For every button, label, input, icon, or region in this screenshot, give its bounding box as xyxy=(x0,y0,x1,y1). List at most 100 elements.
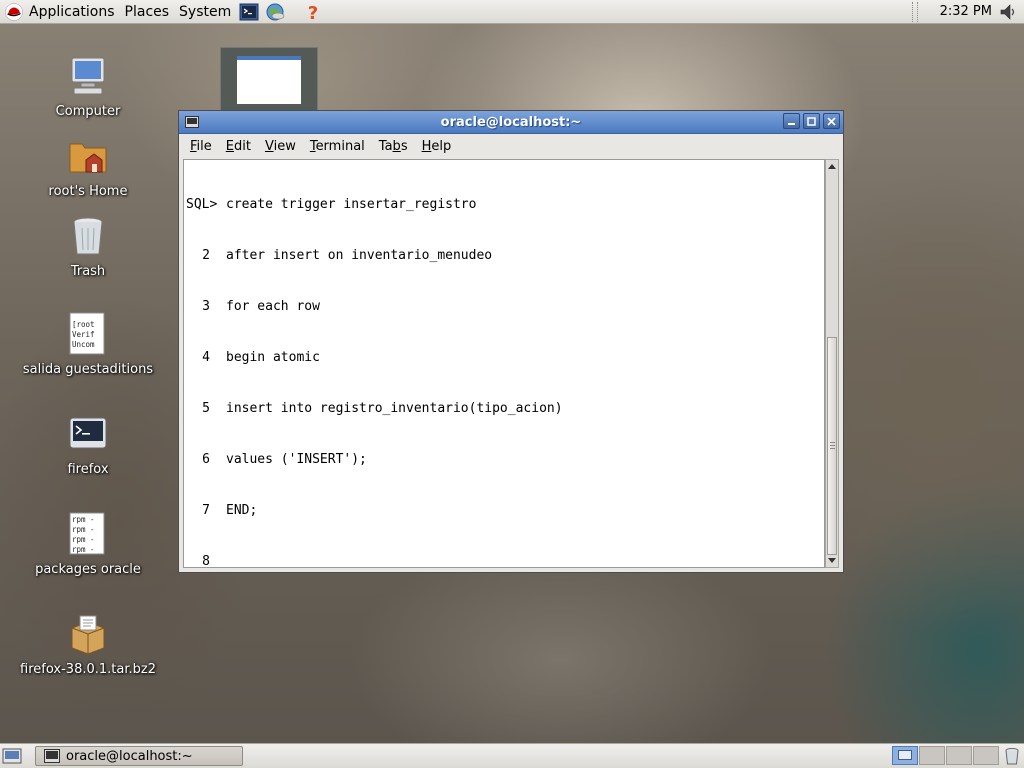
archive-icon xyxy=(71,615,105,655)
window-title: oracle@localhost:~ xyxy=(440,114,582,130)
line-number: 8 xyxy=(202,554,210,568)
window-menubar: File Edit View Terminal Tabs Help xyxy=(179,134,843,158)
show-desktop-icon[interactable] xyxy=(2,747,22,765)
close-icon xyxy=(827,116,836,126)
file-preview-line: rpm - xyxy=(72,525,95,534)
workspace-4[interactable] xyxy=(973,746,999,765)
desktop-icon-firefox-archive[interactable]: firefox-38.0.1.tar.bz2 xyxy=(13,610,163,677)
menu-help[interactable]: Help xyxy=(415,139,459,154)
desktop-icon-label: Computer xyxy=(55,104,121,119)
menu-terminal[interactable]: Terminal xyxy=(303,139,372,154)
desktop-icon-salida-guestaditions[interactable]: [root Verif Uncom salida guestaditions xyxy=(13,310,163,377)
terminal-window: oracle@localhost:~ File Edit View Termin… xyxy=(178,110,844,573)
close-button[interactable] xyxy=(823,113,840,129)
scroll-up-button[interactable] xyxy=(826,160,838,172)
workspace-1[interactable] xyxy=(892,746,918,765)
terminal-line: SQL> create trigger insertar_registro xyxy=(186,196,824,213)
svg-text:?: ? xyxy=(308,3,318,22)
places-menu[interactable]: Places xyxy=(120,0,175,24)
terminal-icon xyxy=(239,3,259,20)
screenshot-thumbnail[interactable] xyxy=(220,47,318,111)
file-preview-line: rpm - xyxy=(72,515,95,524)
text-file-icon: [root Verif Uncom xyxy=(69,312,105,355)
help-icon: ? xyxy=(308,3,318,22)
desktop-icon-packages-oracle[interactable]: rpm - rpm - rpm - rpm - packages oracle xyxy=(13,510,163,577)
clock[interactable]: 2:32 PM xyxy=(940,4,992,19)
arrow-down-icon xyxy=(828,558,836,563)
terminal-line: 5 insert into registro_inventario(tipo_ac… xyxy=(186,400,824,417)
desktop-icon-firefox[interactable]: firefox xyxy=(13,410,163,477)
file-preview-line: Verif xyxy=(72,330,95,339)
desktop-icon-label: root's Home xyxy=(48,184,128,199)
workspace-switcher xyxy=(892,746,1000,765)
bottom-panel: oracle@localhost:~ xyxy=(0,743,1024,768)
system-menu[interactable]: System xyxy=(174,0,236,24)
minimize-button[interactable] xyxy=(783,113,800,129)
terminal-line: 4 begin atomic xyxy=(186,349,824,366)
thumbnail-window xyxy=(237,56,301,104)
menu-file[interactable]: File xyxy=(183,139,219,154)
scroll-down-button[interactable] xyxy=(826,555,838,567)
line-number: 2 xyxy=(202,248,210,263)
desktop-icon-label: Trash xyxy=(70,264,106,279)
menu-tabs[interactable]: Tabs xyxy=(372,139,415,154)
system-menu-label: System xyxy=(179,3,232,20)
file-preview-line: rpm - xyxy=(72,535,95,544)
applications-menu-label: Applications xyxy=(29,3,115,20)
window-titlebar[interactable]: oracle@localhost:~ xyxy=(179,111,843,134)
home-folder-icon xyxy=(69,143,107,173)
web-browser-launcher[interactable] xyxy=(264,1,286,23)
panel-handle xyxy=(911,1,918,22)
line-number: 7 xyxy=(202,503,210,518)
maximize-icon xyxy=(807,116,816,126)
menu-view[interactable]: View xyxy=(258,139,303,154)
desktop-icon-label: packages oracle xyxy=(35,562,141,577)
desktop-icon-label: firefox-38.0.1.tar.bz2 xyxy=(20,662,156,677)
line-text: END; xyxy=(226,503,258,518)
taskbar-button-terminal[interactable]: oracle@localhost:~ xyxy=(35,746,243,766)
line-number: 6 xyxy=(202,452,210,467)
scroll-thumb[interactable] xyxy=(827,337,837,555)
file-preview-line: [root xyxy=(72,320,95,329)
line-number: 3 xyxy=(202,299,210,314)
minimize-icon xyxy=(788,122,795,125)
terminal-launcher[interactable] xyxy=(238,1,260,23)
workspace-3[interactable] xyxy=(946,746,972,765)
terminal-line: 8 xyxy=(186,553,824,568)
terminal-line: 2 after insert on inventario_menudeo xyxy=(186,247,824,264)
terminal-launcher-icon xyxy=(69,417,107,449)
line-text: begin atomic xyxy=(226,350,320,365)
line-text: create trigger insertar_registro xyxy=(226,197,477,212)
terminal-icon xyxy=(44,749,60,763)
line-number: 5 xyxy=(202,401,210,416)
taskbar-button-label: oracle@localhost:~ xyxy=(66,748,193,764)
terminal-line: 7 END; xyxy=(186,502,824,519)
desktop-icon-home[interactable]: root's Home xyxy=(13,132,163,199)
line-text: insert into registro_inventario(tipo_aci… xyxy=(226,401,563,416)
trash-applet-icon[interactable] xyxy=(1003,747,1021,765)
help-launcher[interactable]: ? xyxy=(302,1,324,23)
menu-edit[interactable]: Edit xyxy=(219,139,258,154)
desktop-icon-label: salida guestaditions xyxy=(22,362,154,377)
volume-icon[interactable] xyxy=(998,2,1018,22)
line-text: values ('INSERT'); xyxy=(226,452,367,467)
line-text: after insert on inventario_menudeo xyxy=(226,248,493,263)
desktop-icon-trash[interactable]: Trash xyxy=(13,212,163,279)
arrow-up-icon xyxy=(828,164,836,169)
top-panel: Applications Places System ? 2:32 PM xyxy=(0,0,1024,24)
trash-icon xyxy=(73,217,103,255)
computer-icon xyxy=(71,57,105,95)
text-file-icon: rpm - rpm - rpm - rpm - xyxy=(69,512,105,555)
terminal-output[interactable]: SQL> create trigger insertar_registro 2 af… xyxy=(183,159,825,568)
desktop-icon-label: firefox xyxy=(67,462,109,477)
places-menu-label: Places xyxy=(124,3,170,20)
line-number: 4 xyxy=(202,350,210,365)
globe-icon xyxy=(266,3,285,20)
applications-menu[interactable]: Applications xyxy=(0,0,120,24)
terminal-scrollbar[interactable] xyxy=(825,159,839,568)
desktop-icon-computer[interactable]: Computer xyxy=(13,52,163,119)
redhat-logo-icon xyxy=(5,2,23,21)
maximize-button[interactable] xyxy=(803,113,820,129)
line-text: for each row xyxy=(226,299,320,314)
workspace-2[interactable] xyxy=(919,746,945,765)
